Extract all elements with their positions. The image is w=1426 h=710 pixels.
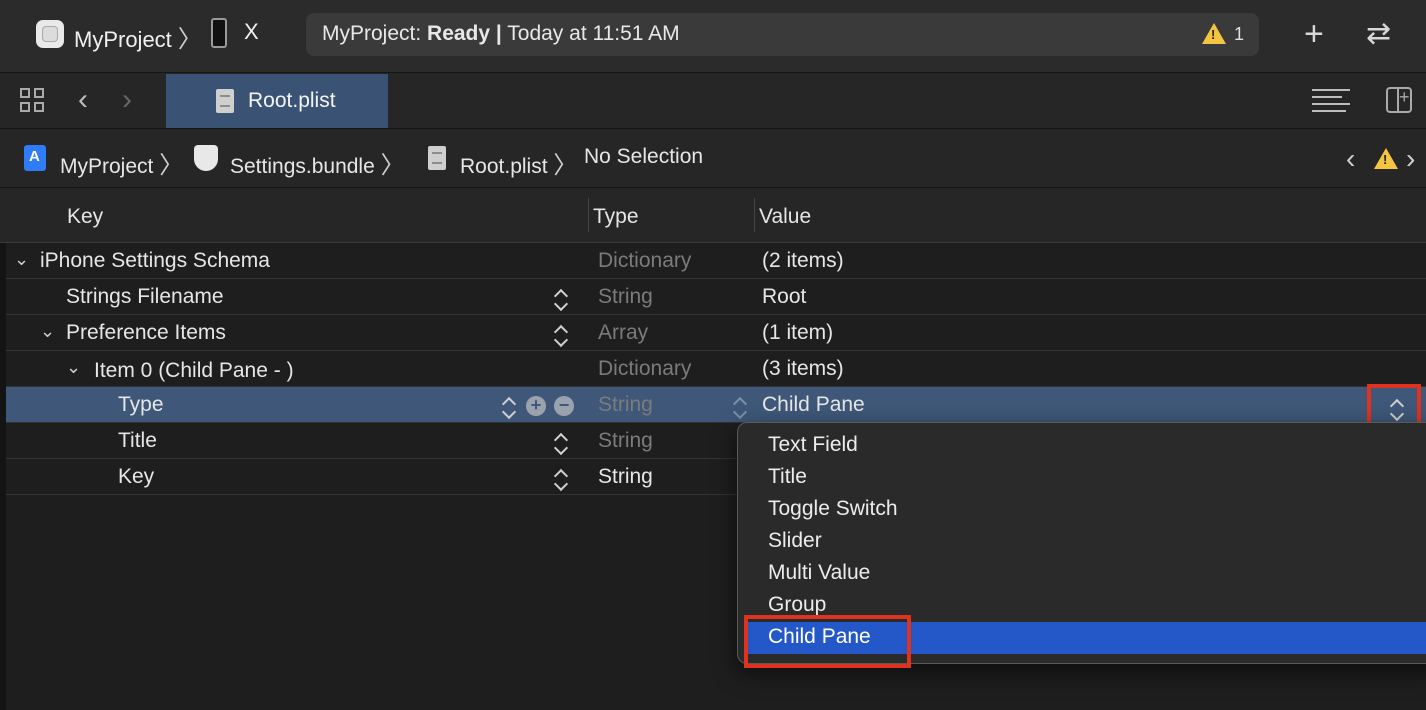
chevron-right-icon: 〉	[380, 152, 405, 179]
add-button[interactable]: +	[1304, 14, 1324, 54]
key-stepper-icon[interactable]	[553, 467, 567, 491]
status-state: Ready	[427, 22, 491, 45]
chevron-right-icon: 〉	[177, 26, 202, 53]
breadcrumb-selection[interactable]: No Selection	[584, 145, 703, 169]
plist-file-icon	[216, 89, 234, 113]
key-stepper-icon[interactable]	[501, 395, 515, 419]
row-key: Strings Filename	[66, 285, 224, 308]
issue-warning-icon[interactable]: !	[1374, 148, 1398, 169]
table-row-selected[interactable]	[6, 387, 1426, 423]
row-key: Type	[118, 393, 164, 416]
column-header-value[interactable]: Value	[759, 205, 811, 229]
tab-label: Root.plist	[248, 89, 336, 112]
row-key: Title	[118, 429, 157, 452]
column-header-key[interactable]: Key	[67, 205, 103, 229]
row-value: (2 items)	[762, 249, 844, 272]
next-issue-chevron-icon[interactable]: ›	[1406, 143, 1415, 175]
menu-item-toggle-switch[interactable]: Toggle Switch	[768, 497, 898, 521]
menu-item-group[interactable]: Group	[768, 593, 826, 617]
column-header-type[interactable]: Type	[593, 205, 639, 229]
row-key: iPhone Settings Schema	[40, 249, 270, 272]
add-editor-split-icon[interactable]	[1386, 87, 1412, 113]
warning-icon[interactable]: !	[1202, 23, 1226, 44]
project-file-icon	[24, 145, 46, 171]
warning-count: 1	[1234, 24, 1245, 44]
row-type: Array	[598, 321, 649, 344]
key-stepper-icon[interactable]	[553, 323, 567, 347]
previous-issue-chevron-icon[interactable]: ‹	[1346, 143, 1355, 175]
row-type: Dictionary	[598, 357, 692, 380]
menu-item-slider[interactable]: Slider	[768, 529, 822, 553]
row-type: String	[598, 429, 653, 452]
row-value[interactable]: Child Pane	[762, 393, 865, 417]
status-time: Today at 11:51 AM	[507, 22, 680, 45]
row-type: String	[598, 465, 653, 488]
row-key: Preference Items	[66, 321, 226, 344]
annotation-highlight-box	[744, 615, 911, 668]
disclosure-expanded-icon[interactable]: ⌄	[66, 357, 81, 378]
menu-item-multi-value[interactable]: Multi Value	[768, 561, 870, 585]
breadcrumb-project[interactable]: MyProject 〉	[60, 145, 183, 180]
row-value: (3 items)	[762, 357, 844, 380]
row-type: String	[598, 285, 653, 308]
row-value: (1 item)	[762, 321, 834, 344]
key-stepper-icon[interactable]	[553, 431, 567, 455]
status-separator: |	[495, 22, 502, 45]
status-project: MyProject:	[322, 22, 422, 45]
key-stepper-icon[interactable]	[553, 287, 567, 311]
scheme-project-name[interactable]: MyProject 〉	[74, 19, 202, 54]
menu-item-title[interactable]: Title	[768, 465, 807, 489]
plist-table-header	[0, 188, 1426, 243]
add-row-icon[interactable]: +	[526, 396, 546, 416]
related-items-grid-icon[interactable]	[20, 88, 46, 114]
breadcrumb-plist[interactable]: Root.plist 〉	[460, 145, 577, 180]
column-divider[interactable]	[754, 198, 755, 232]
breadcrumb-bundle-label: Settings.bundle	[230, 155, 375, 178]
menu-item-text-field[interactable]: Text Field	[768, 433, 858, 457]
breadcrumb-bundle[interactable]: Settings.bundle 〉	[230, 145, 405, 180]
chevron-right-icon: 〉	[159, 152, 184, 179]
row-value[interactable]: Root	[762, 285, 806, 309]
column-divider[interactable]	[588, 198, 589, 232]
iphone-device-icon[interactable]	[211, 18, 227, 48]
activity-status-text: MyProject: Ready | Today at 11:51 AM	[322, 22, 680, 46]
editor-options-lines-icon[interactable]	[1312, 89, 1350, 113]
settings-bundle-icon	[194, 145, 218, 171]
run-destination-label[interactable]: X	[244, 19, 259, 45]
type-stepper-icon[interactable]	[732, 395, 746, 419]
breadcrumb-project-label: MyProject	[60, 155, 154, 178]
disclosure-expanded-icon[interactable]: ⌄	[40, 321, 55, 342]
scheme-project-label: MyProject	[74, 27, 172, 52]
value-popup-stepper-icon[interactable]	[1389, 397, 1403, 421]
row-key: Key	[118, 465, 155, 488]
back-chevron-icon[interactable]: ‹	[78, 83, 88, 117]
row-type: Dictionary	[598, 249, 692, 272]
row-key: Item 0 (Child Pane - )	[94, 359, 294, 382]
plist-file-icon	[428, 146, 446, 170]
app-icon[interactable]	[36, 20, 64, 48]
remove-row-icon[interactable]: −	[554, 396, 574, 416]
breadcrumb-plist-label: Root.plist	[460, 155, 548, 178]
swap-arrows-icon[interactable]: ⇄	[1366, 16, 1391, 52]
disclosure-expanded-icon[interactable]: ⌄	[14, 249, 29, 270]
forward-chevron-icon[interactable]: ›	[122, 83, 132, 117]
row-type: String	[598, 393, 653, 416]
chevron-right-icon: 〉	[553, 152, 578, 179]
